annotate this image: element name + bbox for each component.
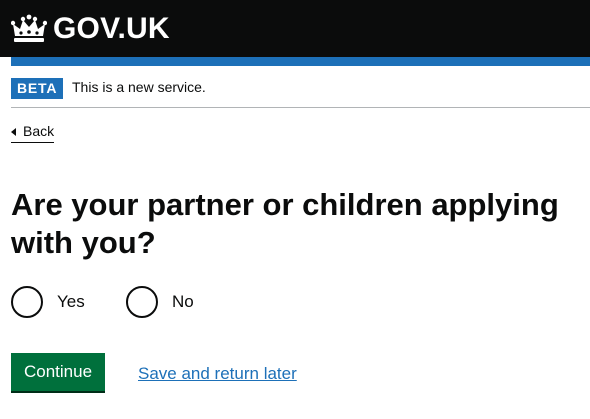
phase-banner-text: This is a new service. bbox=[72, 79, 206, 95]
radio-circle-no[interactable] bbox=[126, 286, 158, 318]
triangle-left-icon bbox=[11, 127, 16, 136]
radio-label-no: No bbox=[172, 292, 194, 311]
page: GOV.UK BETA This is a new service. Back … bbox=[0, 0, 590, 419]
radio-option-no[interactable]: No bbox=[126, 286, 194, 318]
continue-button[interactable]: Continue bbox=[11, 353, 106, 391]
govuk-header: GOV.UK bbox=[0, 0, 590, 57]
back-link-label: Back bbox=[23, 123, 55, 139]
govuk-logo-link[interactable]: GOV.UK bbox=[11, 14, 170, 44]
radio-circle-yes[interactable] bbox=[11, 286, 43, 318]
page-title: Are your partner or children applying wi… bbox=[11, 187, 559, 260]
radio-label-yes: Yes bbox=[57, 292, 85, 311]
save-and-return-later-link[interactable]: Save and return later bbox=[138, 364, 297, 384]
govuk-logo-text: GOV.UK bbox=[53, 12, 170, 45]
header-accent-bar bbox=[11, 57, 590, 66]
phase-tag: BETA bbox=[11, 78, 64, 99]
radio-option-yes[interactable]: Yes bbox=[11, 286, 85, 318]
back-link[interactable]: Back bbox=[11, 123, 55, 143]
crown-icon bbox=[11, 14, 47, 42]
phase-banner: BETA This is a new service. bbox=[11, 74, 590, 108]
